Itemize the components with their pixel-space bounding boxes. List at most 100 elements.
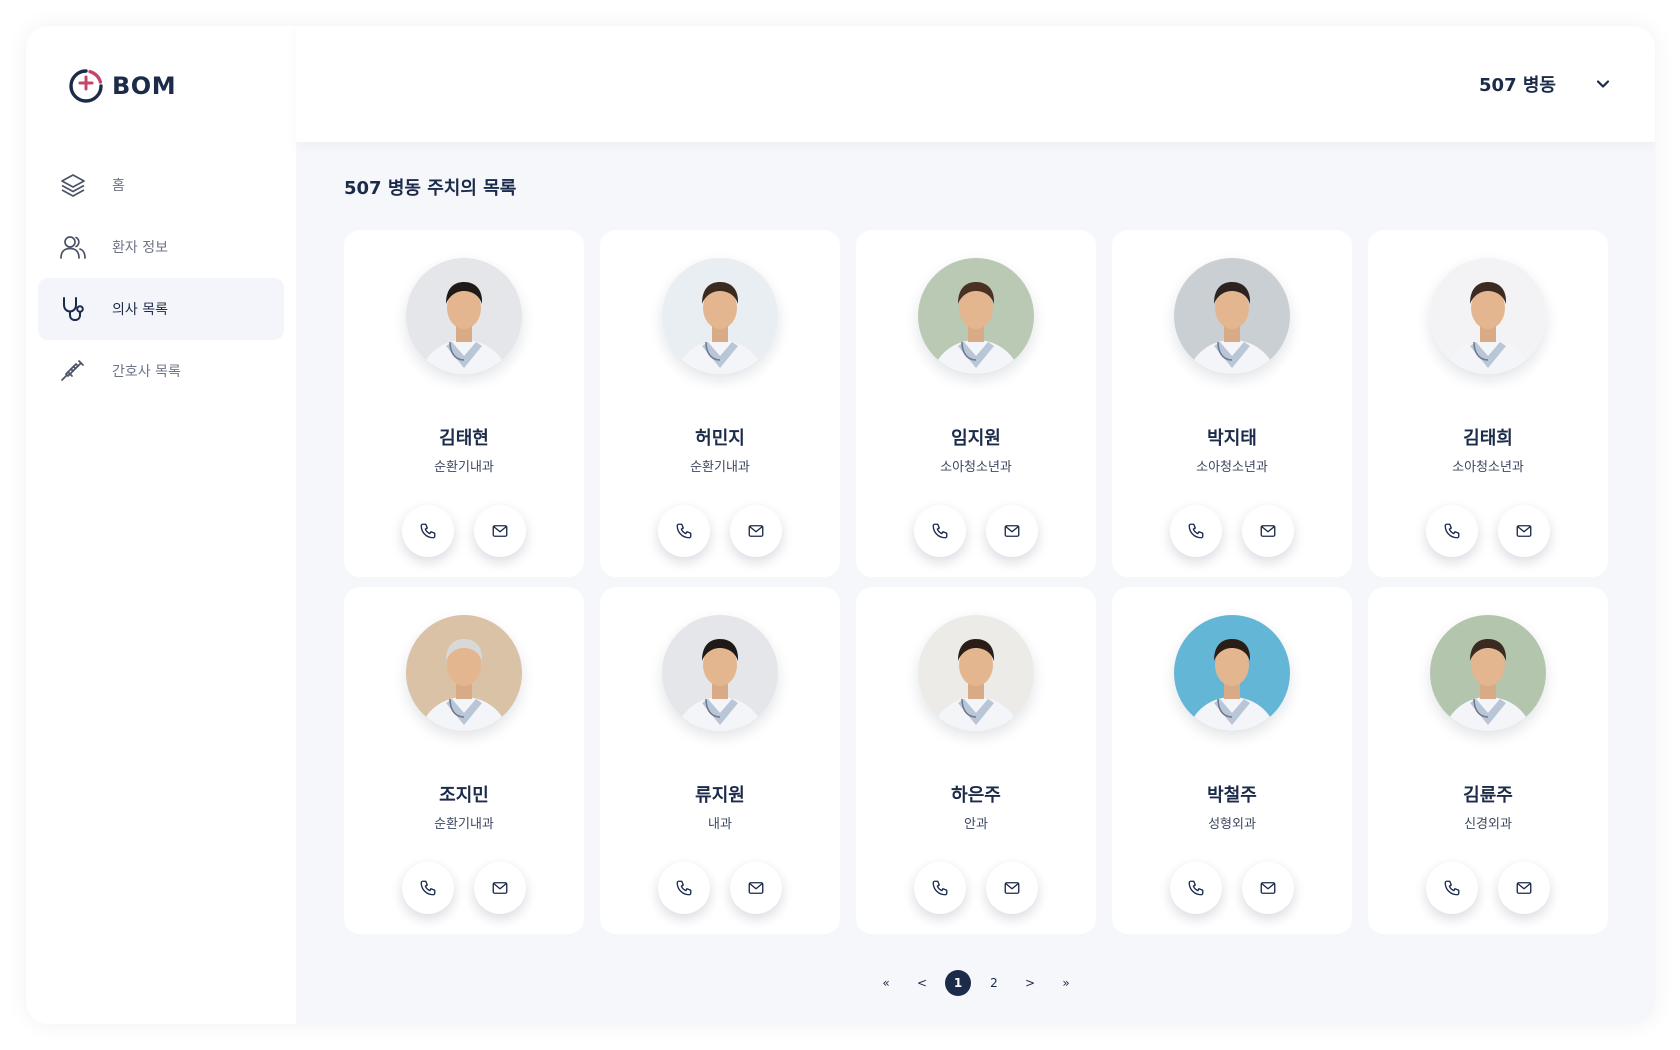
card-actions <box>1170 862 1294 914</box>
doctor-card[interactable]: 하은주 안과 <box>856 587 1096 934</box>
email-button[interactable] <box>730 862 782 914</box>
pagination: « < 1 2 > » <box>344 970 1608 996</box>
email-button[interactable] <box>474 862 526 914</box>
email-button[interactable] <box>474 505 526 557</box>
doctor-department: 내과 <box>708 817 732 832</box>
next-page-button[interactable]: > <box>1017 970 1043 996</box>
doctor-department: 순환기내과 <box>434 460 494 475</box>
mail-icon <box>492 882 508 894</box>
logo-icon <box>69 69 103 103</box>
doctor-department: 순환기내과 <box>690 460 750 475</box>
mail-icon <box>492 525 508 537</box>
mail-icon <box>1004 525 1020 537</box>
mail-icon <box>1516 525 1532 537</box>
doctor-card[interactable]: 박지태 소아청소년과 <box>1112 230 1352 577</box>
page-1-button[interactable]: 1 <box>945 970 971 996</box>
doctor-name: 허민지 <box>695 428 745 449</box>
call-button[interactable] <box>658 862 710 914</box>
doctor-department: 소아청소년과 <box>940 460 1012 475</box>
mail-icon <box>748 882 764 894</box>
doctor-name: 조지민 <box>439 785 489 806</box>
doctor-card[interactable]: 허민지 순환기내과 <box>600 230 840 577</box>
phone-icon <box>1444 523 1460 539</box>
main-area: 507 병동 507 병동 주치의 목록 김태현 순환기내과 허민지 순환기내과… <box>296 26 1655 1024</box>
ward-selector[interactable]: 507 병동 <box>1479 71 1612 97</box>
call-button[interactable] <box>1426 862 1478 914</box>
doctor-name: 임지원 <box>951 428 1001 449</box>
doctor-avatar <box>406 258 522 374</box>
doctor-name: 김태희 <box>1463 428 1513 449</box>
call-button[interactable] <box>914 505 966 557</box>
call-button[interactable] <box>1170 505 1222 557</box>
card-actions <box>1170 505 1294 557</box>
email-button[interactable] <box>730 505 782 557</box>
email-button[interactable] <box>986 862 1038 914</box>
card-actions <box>402 505 526 557</box>
app-window: BOM 홈 환자 정보 의사 목록 간호사 목록 507 병동 507 병동 주… <box>26 26 1655 1024</box>
card-actions <box>1426 862 1550 914</box>
syringe-icon <box>58 356 88 386</box>
doctor-card[interactable]: 김태현 순환기내과 <box>344 230 584 577</box>
doctor-card[interactable]: 임지원 소아청소년과 <box>856 230 1096 577</box>
call-button[interactable] <box>1426 505 1478 557</box>
doctor-card[interactable]: 김태희 소아청소년과 <box>1368 230 1608 577</box>
sidebar-item-label: 간호사 목록 <box>112 364 181 380</box>
doctor-card[interactable]: 조지민 순환기내과 <box>344 587 584 934</box>
call-button[interactable] <box>914 862 966 914</box>
doctor-department: 소아청소년과 <box>1452 460 1524 475</box>
phone-icon <box>420 880 436 896</box>
card-actions <box>402 862 526 914</box>
doctor-department: 순환기내과 <box>434 817 494 832</box>
doctor-card[interactable]: 류지원 내과 <box>600 587 840 934</box>
doctor-avatar <box>662 615 778 731</box>
ward-label: 507 병동 <box>1479 75 1556 96</box>
call-button[interactable] <box>402 862 454 914</box>
call-button[interactable] <box>402 505 454 557</box>
doctor-avatar <box>1430 615 1546 731</box>
card-actions <box>658 862 782 914</box>
doctor-avatar <box>662 258 778 374</box>
stethoscope-icon <box>58 294 88 324</box>
brand-name: BOM <box>112 72 177 100</box>
sidebar-item-doctors[interactable]: 의사 목록 <box>38 278 284 340</box>
page-2-button[interactable]: 2 <box>981 970 1007 996</box>
card-actions <box>914 862 1038 914</box>
chevron-down-icon <box>1596 80 1610 88</box>
email-button[interactable] <box>986 505 1038 557</box>
doctor-grid: 김태현 순환기내과 허민지 순환기내과 임지원 소아청소년과 박지태 소아청소년… <box>344 230 1608 934</box>
doctor-avatar <box>406 615 522 731</box>
sidebar-item-label: 의사 목록 <box>112 302 168 318</box>
email-button[interactable] <box>1498 862 1550 914</box>
call-button[interactable] <box>658 505 710 557</box>
sidebar-item-patients[interactable]: 환자 정보 <box>38 216 284 278</box>
sidebar-item-home[interactable]: 홈 <box>38 154 284 216</box>
mail-icon <box>1260 882 1276 894</box>
doctor-name: 김륜주 <box>1463 785 1513 806</box>
doctor-card[interactable]: 박철주 성형외과 <box>1112 587 1352 934</box>
doctor-avatar <box>1174 615 1290 731</box>
doctor-name: 박철주 <box>1207 785 1257 806</box>
mail-icon <box>1260 525 1276 537</box>
sidebar-nav: 홈 환자 정보 의사 목록 간호사 목록 <box>38 154 284 402</box>
email-button[interactable] <box>1242 862 1294 914</box>
doctor-name: 박지태 <box>1207 428 1257 449</box>
email-button[interactable] <box>1242 505 1294 557</box>
doctor-avatar <box>918 258 1034 374</box>
email-button[interactable] <box>1498 505 1550 557</box>
call-button[interactable] <box>1170 862 1222 914</box>
phone-icon <box>420 523 436 539</box>
sidebar-item-nurses[interactable]: 간호사 목록 <box>38 340 284 402</box>
doctor-department: 소아청소년과 <box>1196 460 1268 475</box>
layers-icon <box>58 170 88 200</box>
doctor-card[interactable]: 김륜주 신경외과 <box>1368 587 1608 934</box>
sidebar: BOM 홈 환자 정보 의사 목록 간호사 목록 <box>26 26 296 1024</box>
doctor-department: 성형외과 <box>1208 817 1256 832</box>
doctor-avatar <box>1174 258 1290 374</box>
first-page-button[interactable]: « <box>873 970 899 996</box>
sidebar-item-label: 환자 정보 <box>112 240 168 256</box>
last-page-button[interactable]: » <box>1053 970 1079 996</box>
logo[interactable]: BOM <box>38 66 284 106</box>
mail-icon <box>1004 882 1020 894</box>
top-bar: 507 병동 <box>296 26 1655 142</box>
prev-page-button[interactable]: < <box>909 970 935 996</box>
